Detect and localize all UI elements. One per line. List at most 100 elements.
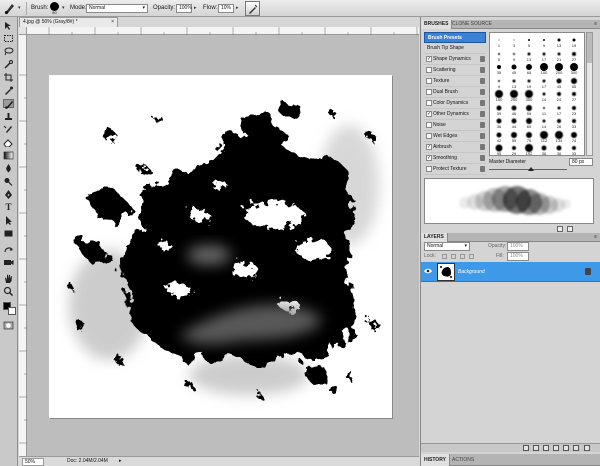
- brush-option-airbrush[interactable]: ✓ Airbrush: [424, 142, 486, 153]
- brush-tip[interactable]: 14: [538, 89, 550, 102]
- lock-icon[interactable]: [480, 78, 485, 84]
- brush-tip[interactable]: 17: [553, 103, 565, 116]
- checkbox[interactable]: ✓: [426, 155, 432, 161]
- brush-option-protect-texture[interactable]: Protect Texture: [424, 164, 486, 175]
- tab-actions[interactable]: ACTIONS: [449, 454, 477, 466]
- brush-tip[interactable]: 100: [493, 89, 505, 102]
- gradient-tool-icon[interactable]: [3, 151, 14, 160]
- blend-mode-select[interactable]: Normal ▾: [424, 242, 470, 251]
- layer-mask-icon[interactable]: [543, 445, 549, 451]
- vertical-ruler[interactable]: [19, 35, 27, 456]
- quick-mask-icon[interactable]: [3, 321, 14, 330]
- type-tool-icon[interactable]: T: [3, 203, 14, 212]
- brush-tip[interactable]: 33: [568, 143, 580, 155]
- brush-picker-dropdown-icon[interactable]: ▾: [62, 0, 65, 17]
- lock-all-icon[interactable]: [469, 254, 474, 259]
- document-tab[interactable]: 4.jpg @ 50% (Gray/8#) * ×: [19, 17, 118, 27]
- brush-tip[interactable]: 13: [523, 49, 535, 62]
- dodge-tool-icon[interactable]: [3, 177, 14, 186]
- brush-tip[interactable]: 65: [568, 76, 580, 89]
- status-menu-arrow-icon[interactable]: ▸: [119, 457, 122, 466]
- crop-tool-icon[interactable]: [3, 73, 14, 82]
- brush-tip[interactable]: 29: [508, 143, 520, 155]
- checkbox[interactable]: [426, 89, 432, 95]
- move-tool-icon[interactable]: [3, 21, 14, 30]
- brush-tip-grid[interactable]: 1 3 5 9 13 19 5 9 13 17 21 27 35 45 65 100 200 300 9 13 19 17…: [489, 32, 585, 156]
- history-brush-tool-icon[interactable]: [3, 125, 14, 134]
- tab-layers[interactable]: LAYERS: [421, 233, 448, 242]
- pen-tool-icon[interactable]: [3, 190, 14, 199]
- brush-tip[interactable]: 46: [508, 103, 520, 116]
- new-group-icon[interactable]: [563, 445, 569, 451]
- brush-tip[interactable]: 200: [508, 89, 520, 102]
- brush-option-brush-tip-shape[interactable]: Brush Tip Shape: [424, 43, 486, 54]
- brush-tip[interactable]: 11: [538, 103, 550, 116]
- mode-select[interactable]: Normal ▾: [86, 4, 148, 13]
- layer-row-background[interactable]: Background: [421, 262, 600, 282]
- horizontal-ruler[interactable]: [27, 27, 419, 35]
- tool-preset-icon[interactable]: [3, 0, 17, 17]
- lock-icon[interactable]: [480, 56, 485, 62]
- brush-tip[interactable]: 17: [538, 76, 550, 89]
- brush-tip[interactable]: 13: [508, 76, 520, 89]
- brush-tip[interactable]: 59: [523, 103, 535, 116]
- flow-dropdown-icon[interactable]: ▸: [236, 0, 239, 17]
- lasso-tool-icon[interactable]: [3, 47, 14, 56]
- brush-tip[interactable]: 5: [523, 35, 535, 48]
- brush-tip[interactable]: 192: [523, 143, 535, 155]
- brush-tip[interactable]: 23: [568, 103, 580, 116]
- blur-tool-icon[interactable]: [3, 164, 14, 173]
- brush-option-smoothing[interactable]: ✓ Smoothing: [424, 153, 486, 164]
- lock-transparency-icon[interactable]: [442, 254, 447, 259]
- brush-tip[interactable]: 33: [568, 116, 580, 129]
- fill-field[interactable]: 100%: [507, 252, 529, 261]
- brush-tip[interactable]: 13: [553, 35, 565, 48]
- brush-tip[interactable]: 300: [568, 62, 580, 75]
- brush-option-wet-edges[interactable]: Wet Edges: [424, 131, 486, 142]
- brush-tip[interactable]: 27: [568, 49, 580, 62]
- checkbox[interactable]: [426, 100, 432, 106]
- brush-tip[interactable]: 200: [553, 62, 565, 75]
- scrollbar-thumb[interactable]: [587, 33, 592, 63]
- brush-tip[interactable]: 5: [493, 49, 505, 62]
- opacity-dropdown-icon[interactable]: ▸: [194, 0, 197, 17]
- brush-option-other-dynamics[interactable]: ✓ Other Dynamics: [424, 109, 486, 120]
- lock-icon[interactable]: [480, 133, 485, 139]
- 3d-camera-tool-icon[interactable]: [3, 258, 14, 267]
- brush-tip[interactable]: 14: [538, 116, 550, 129]
- brush-tip[interactable]: 9: [538, 35, 550, 48]
- brush-tip[interactable]: 55: [508, 130, 520, 143]
- quick-selection-tool-icon[interactable]: [3, 60, 14, 69]
- lock-icon[interactable]: [480, 166, 485, 172]
- brush-tip[interactable]: 36: [538, 143, 550, 155]
- eyedropper-tool-icon[interactable]: [3, 86, 14, 95]
- checkbox[interactable]: [426, 67, 432, 73]
- brush-tip[interactable]: 24: [553, 89, 565, 102]
- close-icon[interactable]: ×: [111, 18, 114, 27]
- brush-tip[interactable]: 19: [523, 76, 535, 89]
- eye-icon[interactable]: [424, 268, 432, 274]
- path-selection-tool-icon[interactable]: [3, 216, 14, 225]
- brush-tip[interactable]: 74: [568, 130, 580, 143]
- checkbox[interactable]: ✓: [426, 144, 432, 150]
- hand-tool-icon[interactable]: [3, 274, 14, 283]
- brush-tip[interactable]: 3: [508, 35, 520, 48]
- brush-tip[interactable]: 100: [538, 62, 550, 75]
- brush-tip[interactable]: 26: [553, 116, 565, 129]
- lock-icon[interactable]: [480, 111, 485, 117]
- panel-menu-icon[interactable]: ≡: [594, 20, 597, 29]
- lock-icon[interactable]: [480, 144, 485, 150]
- adjustment-layer-icon[interactable]: [553, 445, 559, 451]
- tab-clone-source[interactable]: CLONE SOURCE: [449, 20, 495, 29]
- lock-icon[interactable]: [480, 122, 485, 128]
- checkbox[interactable]: [426, 166, 432, 172]
- shape-tool-icon[interactable]: [3, 229, 14, 238]
- panel-menu-icon[interactable]: ≡: [594, 233, 597, 242]
- slider-knob[interactable]: [528, 167, 534, 171]
- lock-icon[interactable]: [480, 67, 485, 73]
- master-diameter-field[interactable]: 80 px: [569, 158, 593, 166]
- brush-tip[interactable]: 70: [523, 130, 535, 143]
- new-brush-button[interactable]: [567, 226, 573, 232]
- brush-tip[interactable]: 36: [493, 116, 505, 129]
- link-layers-icon[interactable]: [523, 445, 529, 451]
